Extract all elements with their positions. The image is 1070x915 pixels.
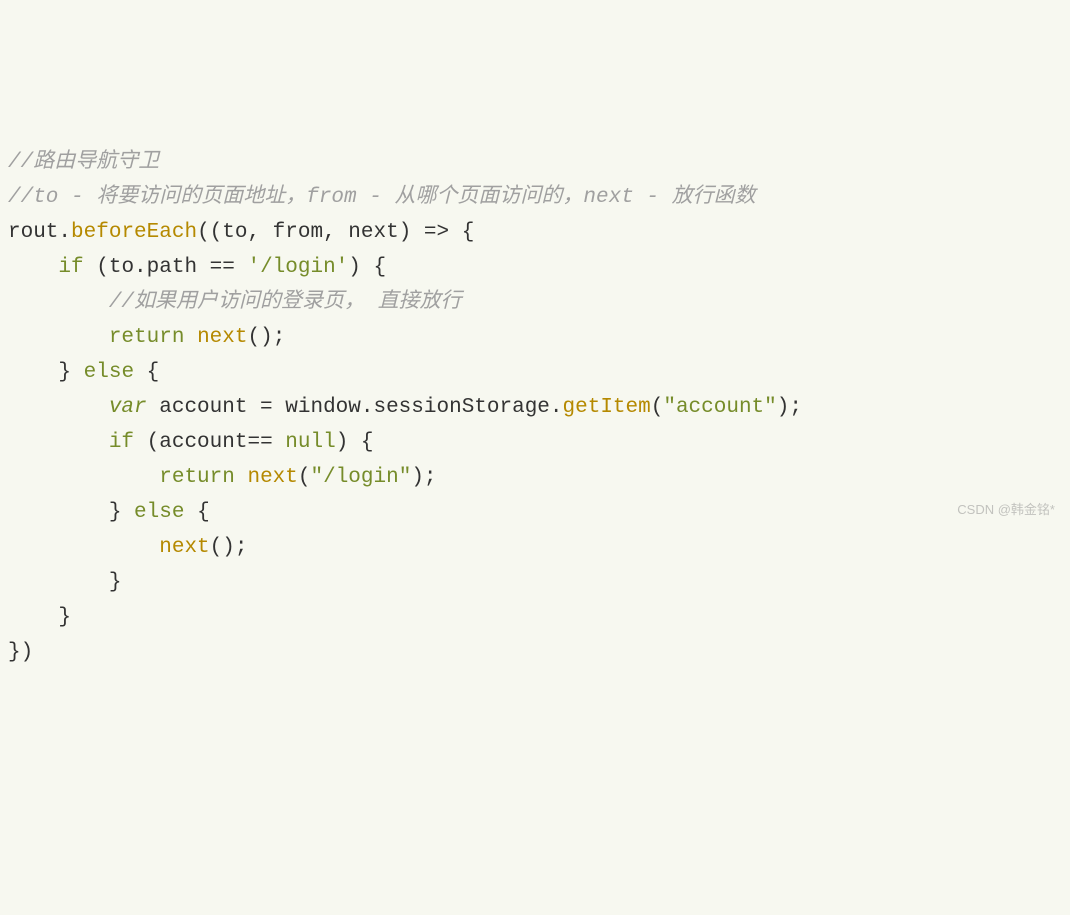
comment-text: //路由导航守卫 <box>8 151 159 174</box>
code-line-9: if (account== null) { <box>8 425 1070 460</box>
punct-text: } <box>58 361 83 384</box>
string-text: '/login' <box>247 256 348 279</box>
keyword-text: else <box>134 501 184 524</box>
method-text: next <box>247 466 297 489</box>
code-line-4: if (to.path == '/login') { <box>8 250 1070 285</box>
comment-text: //to - 将要访问的页面地址，from - 从哪个页面访问的，next - … <box>8 186 756 209</box>
code-line-14: } <box>8 600 1070 635</box>
indent <box>8 396 109 419</box>
keyword-text: null <box>285 431 335 454</box>
indent <box>8 571 109 594</box>
indent <box>8 326 109 349</box>
punct-text: (to.path == <box>84 256 248 279</box>
punct-text: ((to, from, next) <box>197 221 424 244</box>
punct-text: ); <box>777 396 802 419</box>
punct-text: } <box>58 606 71 629</box>
punct-text: . <box>58 221 71 244</box>
punct-text: (); <box>210 536 248 559</box>
keyword-text: return <box>109 326 185 349</box>
method-text: next <box>159 536 209 559</box>
code-line-5: //如果用户访问的登录页， 直接放行 <box>8 285 1070 320</box>
arrow-text: => <box>424 221 449 244</box>
punct-text: } <box>109 571 122 594</box>
punct-text: { <box>449 221 474 244</box>
indent <box>8 361 58 384</box>
indent <box>8 606 58 629</box>
punct-text: { <box>184 501 209 524</box>
method-text: getItem <box>563 396 651 419</box>
string-text: "account" <box>663 396 776 419</box>
watermark-text: CSDN @韩金铭* <box>957 492 1055 527</box>
punct-text: ); <box>411 466 436 489</box>
code-line-7: } else { <box>8 355 1070 390</box>
punct-text: (account== <box>134 431 285 454</box>
code-line-2: //to - 将要访问的页面地址，from - 从哪个页面访问的，next - … <box>8 180 1070 215</box>
space <box>184 326 197 349</box>
keyword-text: else <box>84 361 134 384</box>
space <box>235 466 248 489</box>
code-line-13: } <box>8 565 1070 600</box>
keyword-text: if <box>58 256 83 279</box>
method-text: next <box>197 326 247 349</box>
punct-text: ) { <box>348 256 386 279</box>
punct-text: account = window.sessionStorage. <box>147 396 563 419</box>
punct-text: { <box>134 361 159 384</box>
indent <box>8 466 159 489</box>
punct-text: } <box>109 501 134 524</box>
code-line-12: next(); <box>8 530 1070 565</box>
punct-text: (); <box>247 326 285 349</box>
comment-text: //如果用户访问的登录页， 直接放行 <box>109 291 462 314</box>
keyword-text: var <box>109 396 147 419</box>
code-line-3: rout.beforeEach((to, from, next) => { <box>8 215 1070 250</box>
code-editor: //路由导航守卫 //to - 将要访问的页面地址，from - 从哪个页面访问的… <box>8 145 1070 670</box>
indent <box>8 501 109 524</box>
keyword-text: if <box>109 431 134 454</box>
string-text: "/login" <box>311 466 412 489</box>
code-line-15: }) <box>8 635 1070 670</box>
code-line-10: return next("/login"); <box>8 460 1070 495</box>
punct-text: }) <box>8 641 33 664</box>
code-line-1: //路由导航守卫 <box>8 145 1070 180</box>
code-line-11: } else { <box>8 495 1070 530</box>
code-line-8: var account = window.sessionStorage.getI… <box>8 390 1070 425</box>
code-line-6: return next(); <box>8 320 1070 355</box>
identifier-text: rout <box>8 221 58 244</box>
indent <box>8 431 109 454</box>
punct-text: ) { <box>336 431 374 454</box>
indent <box>8 256 58 279</box>
indent <box>8 536 159 559</box>
keyword-text: return <box>159 466 235 489</box>
method-text: beforeEach <box>71 221 197 244</box>
punct-text: ( <box>651 396 664 419</box>
punct-text: ( <box>298 466 311 489</box>
indent <box>8 291 109 314</box>
